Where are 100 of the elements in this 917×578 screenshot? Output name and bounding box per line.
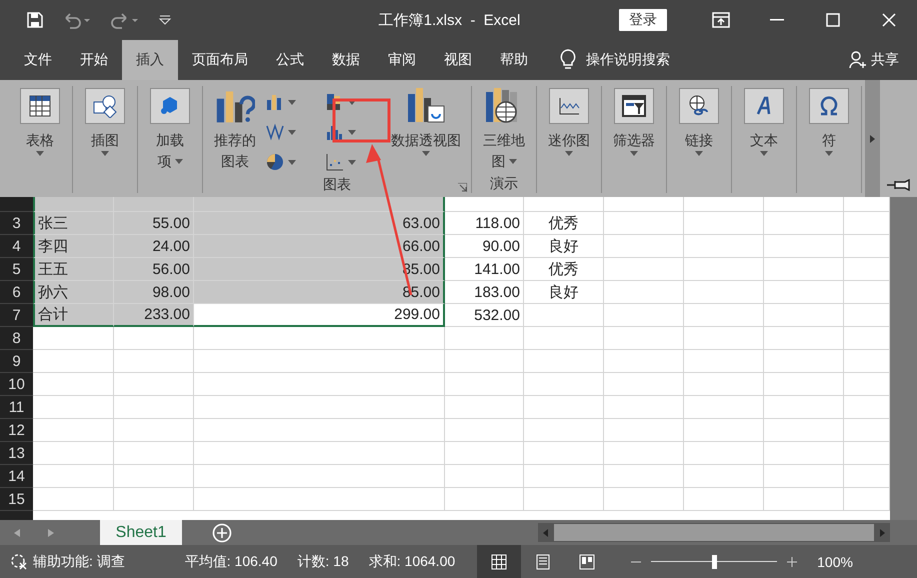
- ribbon-button[interactable]: 筛选器: [606, 86, 662, 175]
- ribbon-button[interactable]: 插图: [77, 86, 133, 175]
- globe-link-icon: [687, 94, 711, 118]
- grid-cell: [844, 396, 890, 419]
- table-cell: 118.00: [445, 212, 524, 235]
- grid-cell: [844, 465, 890, 488]
- grid-cell: [844, 488, 890, 511]
- table-cell: 66.00: [194, 235, 445, 258]
- table-cell: 299.00: [194, 304, 445, 327]
- table-cell: 24.00: [114, 235, 194, 258]
- grid-cell: [844, 327, 890, 350]
- table-cell: 张三: [33, 212, 114, 235]
- ribbon-button[interactable]: 加载 项: [142, 86, 198, 175]
- sheet-tab[interactable]: Sheet1: [100, 520, 182, 545]
- plus-circle-icon: [212, 522, 232, 542]
- table-cell: 良好: [524, 281, 604, 304]
- sparkline-icon: [557, 96, 581, 116]
- table-cell: 141.00: [445, 258, 524, 281]
- window-title: 工作簿1.xlsx - Excel: [378, 10, 522, 30]
- grid-cell: [844, 197, 890, 212]
- ribbon-tab[interactable]: 视图: [430, 40, 486, 80]
- person-add-icon: [849, 51, 867, 69]
- ribbon-button[interactable]: 表格: [12, 86, 68, 175]
- login-button[interactable]: 登录: [619, 9, 667, 31]
- right-arrow-icon: [48, 528, 54, 536]
- grid-cell: [844, 419, 890, 442]
- accessibility-icon: [10, 552, 28, 570]
- grid-icon: [491, 554, 508, 570]
- slicer-icon: [622, 95, 646, 117]
- customize-toolbar-button[interactable]: [158, 15, 172, 25]
- caret-icon: [348, 160, 356, 164]
- table-cell: 55.00: [114, 212, 194, 235]
- scrollbar-thumb[interactable]: [554, 524, 874, 541]
- dialog-launcher-icon[interactable]: [458, 183, 467, 192]
- tell-me-search[interactable]: 操作说明搜索: [554, 40, 676, 80]
- table-cell: 90.00: [445, 235, 524, 258]
- table-cell: 优秀: [524, 258, 604, 281]
- ribbon-tab[interactable]: 公式: [262, 40, 318, 80]
- vertical-scrollbar[interactable]: [890, 197, 917, 520]
- caret-icon: [288, 160, 296, 164]
- ribbon-tab[interactable]: 页面布局: [178, 40, 262, 80]
- redo-button[interactable]: [110, 11, 140, 29]
- table-cell: 233.00: [114, 304, 194, 327]
- caret-icon: [288, 100, 296, 104]
- right-arrow-icon: [870, 134, 875, 142]
- grid-cell: [844, 235, 890, 258]
- zoom-percent: 100%: [817, 554, 853, 570]
- ribbon-button[interactable]: 链接: [671, 86, 727, 175]
- ribbon-button[interactable]: 数据透视图: [385, 86, 467, 176]
- grid-cell: [844, 373, 890, 396]
- ribbon-button[interactable]: 推荐的 图表: [207, 86, 263, 176]
- group-label: 图表: [323, 176, 351, 194]
- plus-icon: [787, 556, 798, 566]
- add-sheet-button[interactable]: [212, 522, 232, 542]
- horizontal-scrollbar[interactable]: [538, 523, 890, 542]
- grid-cell: [844, 304, 890, 327]
- redo-icon: [110, 11, 140, 29]
- pin-icon[interactable]: [886, 179, 910, 191]
- table-cell: 优秀: [524, 212, 604, 235]
- ribbon-button[interactable]: 三维地 图: [476, 86, 532, 175]
- grid-cell: [844, 442, 890, 465]
- table-cell: 56.00: [114, 258, 194, 281]
- ribbon-button[interactable]: 符: [801, 86, 857, 175]
- ribbon-display-icon: [712, 12, 730, 28]
- maximize-icon: [826, 13, 840, 27]
- ribbon-button[interactable]: 文本: [736, 86, 792, 175]
- zoom-thumb[interactable]: [712, 554, 718, 568]
- pie-chart-icon: [265, 152, 285, 172]
- count-readout: 计数: 18: [297, 552, 349, 570]
- share-button[interactable]: 共享: [843, 40, 905, 80]
- table-cell: 183.00: [445, 281, 524, 304]
- close-icon: [882, 13, 896, 27]
- ribbon-tab[interactable]: 插入: [122, 40, 178, 80]
- table-cell: 98.00: [114, 281, 194, 304]
- table-cell: 85.00: [194, 281, 445, 304]
- minimize-icon: [770, 19, 784, 21]
- ribbon-tab[interactable]: 帮助: [486, 40, 542, 80]
- ribbon-tab[interactable]: 开始: [66, 40, 122, 80]
- ribbon-button[interactable]: 迷你图: [541, 86, 597, 175]
- left-arrow-icon: [14, 528, 20, 536]
- group-label: 演示: [490, 175, 518, 193]
- zoom-in-button[interactable]: [785, 556, 800, 566]
- normal-view-button[interactable]: [477, 545, 522, 578]
- table-cell: 良好: [524, 235, 604, 258]
- table-cell: 532.00: [445, 304, 524, 327]
- grid-cell: [844, 258, 890, 281]
- page-icon: [535, 554, 552, 570]
- page-break-icon: [579, 554, 596, 570]
- average-readout: 平均值: 106.40: [184, 552, 278, 570]
- table-cell: 合计: [33, 304, 114, 327]
- scatter-chart-icon: [325, 152, 345, 172]
- ribbon-tab[interactable]: 数据: [318, 40, 374, 80]
- table-cell: 王五: [33, 258, 114, 281]
- save-button[interactable]: [26, 11, 44, 29]
- table-icon: [28, 94, 52, 118]
- table-cell: 孙六: [33, 281, 114, 304]
- ribbon-tab[interactable]: 文件: [10, 40, 66, 80]
- ribbon-tab[interactable]: 审阅: [374, 40, 430, 80]
- accessibility-button[interactable]: 辅助功能: 调查: [10, 552, 125, 570]
- caret-icon: [158, 15, 172, 25]
